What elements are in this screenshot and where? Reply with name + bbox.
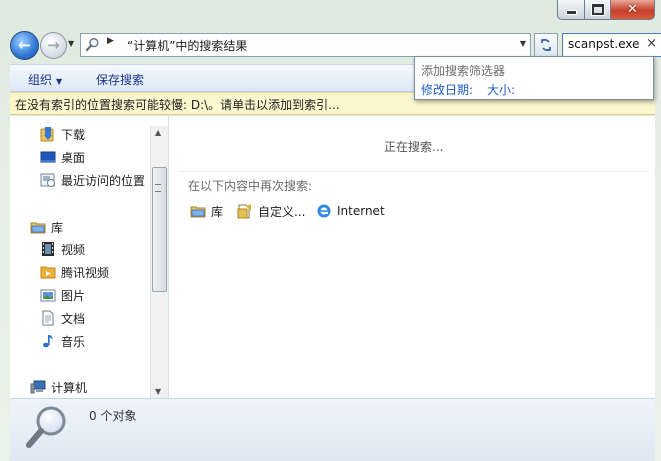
scroll-up-arrow-icon[interactable]: ▲: [155, 128, 161, 137]
library-icon: [30, 222, 46, 234]
nav-item-desktop[interactable]: 桌面: [40, 148, 85, 166]
minimize-icon: [565, 10, 577, 15]
library-icon: [190, 206, 206, 218]
scrollbar-grip: [155, 184, 161, 192]
address-dropdown-icon[interactable]: ▼: [520, 39, 526, 48]
nav-item-downloads[interactable]: 下载: [40, 125, 85, 143]
search-again-internet[interactable]: Internet: [316, 202, 385, 220]
minimize-button[interactable]: [557, 0, 585, 20]
nav-item-label: 音乐: [61, 334, 86, 349]
search-again-item-label: 自定义...: [258, 204, 306, 219]
clear-search-icon[interactable]: ×: [646, 36, 657, 51]
breadcrumb-chevron-icon[interactable]: ▶: [107, 36, 114, 46]
filter-date-modified-link[interactable]: 修改日期:: [421, 81, 473, 98]
search-status-text: 正在搜索...: [384, 140, 444, 154]
navigation-bar: ← → ▼ ▶ “计算机”中的搜索结果 ▼ scanpst.exe ×: [10, 30, 661, 60]
organize-label: 组织: [28, 73, 53, 87]
internet-explorer-icon: [317, 204, 331, 218]
nav-item-label: 图片: [61, 288, 86, 303]
nav-item-label: 下载: [61, 127, 86, 142]
navigation-pane-scrollbar[interactable]: ▲ ▼: [150, 126, 168, 398]
custom-folder-icon: [237, 204, 251, 219]
organize-button[interactable]: 组织 ▼: [28, 71, 62, 88]
nav-item-label: 计算机: [51, 380, 88, 395]
search-again-item-label: Internet: [337, 204, 385, 218]
tencent-video-icon: [40, 266, 56, 279]
nav-item-label: 桌面: [61, 150, 86, 165]
nav-item-computer[interactable]: 计算机: [30, 378, 87, 396]
video-library-icon: [42, 242, 54, 256]
search-icon: [85, 38, 99, 52]
search-again-libraries[interactable]: 库: [190, 202, 223, 220]
downloads-folder-icon: [40, 127, 54, 142]
nav-item-pictures[interactable]: 图片: [40, 286, 85, 304]
computer-icon: [30, 380, 46, 394]
search-magnifier-icon: [26, 406, 66, 448]
nav-item-recent-places[interactable]: 最近访问的位置: [40, 171, 145, 189]
navigation-pane: 下载 桌面 最近访问的位置 库 视频 腾讯视频 图片 文档 音乐 计算机: [10, 116, 169, 398]
pictures-library-icon: [40, 289, 56, 302]
nav-item-label: 最近访问的位置: [61, 173, 146, 188]
close-icon: ✕: [627, 2, 638, 17]
back-button[interactable]: ←: [10, 31, 39, 60]
nav-item-videos[interactable]: 视频: [40, 240, 85, 258]
details-pane: 0 个对象: [10, 398, 655, 461]
nav-item-label: 文档: [61, 311, 86, 326]
close-button[interactable]: ✕: [611, 0, 655, 20]
results-divider: [179, 171, 649, 172]
address-path[interactable]: “计算机”中的搜索结果: [127, 37, 247, 54]
search-filter-popup: 添加搜索筛选器 修改日期: 大小:: [414, 56, 654, 100]
info-bar-text: 在没有索引的位置搜索可能较慢: D:\。请单击以添加到索引...: [15, 98, 340, 112]
nav-item-label: 腾讯视频: [61, 265, 110, 280]
command-bar: 组织 ▼ 保存搜索: [10, 64, 415, 92]
nav-item-tencent-video[interactable]: 腾讯视频: [40, 263, 109, 281]
maximize-button[interactable]: [585, 0, 611, 20]
refresh-icon: [541, 38, 551, 52]
search-input[interactable]: scanpst.exe: [568, 37, 639, 51]
scroll-down-arrow-icon[interactable]: ▼: [155, 387, 161, 396]
music-library-icon: [43, 335, 53, 348]
nav-item-label: 库: [51, 220, 64, 235]
forward-arrow-icon: →: [47, 36, 60, 54]
back-arrow-icon: ←: [18, 36, 31, 54]
address-bar[interactable]: ▶ “计算机”中的搜索结果 ▼: [80, 33, 531, 57]
search-again-custom[interactable]: 自定义...: [237, 202, 305, 220]
organize-caret-icon: ▼: [56, 77, 63, 86]
explorer-window: ✕ ← → ▼ ▶ “计算机”中的搜索结果 ▼ scanpst.exe × 组织…: [0, 0, 661, 461]
item-count: 0 个对象: [89, 409, 137, 423]
search-again-item-label: 库: [211, 204, 224, 219]
forward-button[interactable]: →: [40, 32, 67, 59]
caption-buttons: ✕: [557, 0, 655, 20]
nav-item-documents[interactable]: 文档: [40, 309, 85, 327]
desktop-icon: [40, 151, 56, 163]
filter-popup-title: 添加搜索筛选器: [421, 64, 506, 78]
nav-item-music[interactable]: 音乐: [40, 332, 85, 350]
save-search-button[interactable]: 保存搜索: [96, 71, 144, 88]
search-box[interactable]: scanpst.exe ×: [562, 33, 661, 57]
recent-places-icon: [40, 173, 55, 187]
documents-library-icon: [42, 310, 54, 326]
recent-pages-dropdown-icon[interactable]: ▼: [68, 39, 74, 48]
nav-item-label: 视频: [61, 242, 86, 257]
nav-item-libraries[interactable]: 库: [30, 218, 63, 236]
search-again-label: 在以下内容中再次搜索:: [188, 179, 313, 193]
search-results-area: 正在搜索... 在以下内容中再次搜索: 库 自定义... Internet: [169, 116, 655, 398]
refresh-button[interactable]: [534, 33, 558, 57]
maximize-icon: [591, 4, 604, 15]
filter-size-link[interactable]: 大小:: [487, 81, 515, 98]
